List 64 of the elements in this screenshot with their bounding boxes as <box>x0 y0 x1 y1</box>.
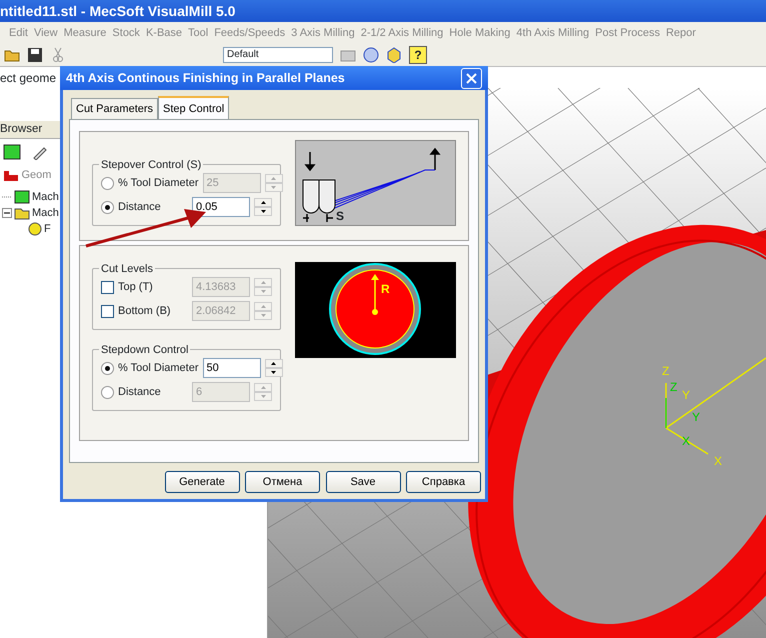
number-field[interactable]: 50 <box>202 358 260 378</box>
option-label[interactable]: Top (T) <box>118 278 188 296</box>
down-arrow-icon <box>260 395 266 398</box>
window-title: ntitled11.stl - MecSoft VisualMill 5.0 <box>0 2 236 20</box>
down-arrow-icon <box>260 210 266 213</box>
up-arrow-icon <box>260 305 266 308</box>
checkbox[interactable] <box>101 280 114 294</box>
axis-label: Y <box>692 410 700 424</box>
geometry-icon <box>2 168 19 182</box>
radio-button[interactable] <box>101 200 114 214</box>
machine-icon[interactable] <box>2 144 21 160</box>
folder-icon[interactable] <box>14 206 30 220</box>
panel-title: Browser <box>0 122 42 137</box>
checkbox[interactable] <box>101 304 114 318</box>
option-label[interactable]: % Tool Diameter <box>118 360 198 376</box>
number-field[interactable]: 0.05 <box>192 197 250 217</box>
dialog-button[interactable]: Generate <box>164 471 240 493</box>
layer-combo[interactable]: Default <box>223 47 333 63</box>
command-prompt: ect geome <box>0 70 56 86</box>
cube-icon[interactable] <box>386 47 402 63</box>
dialog-tab[interactable]: Cut Parameters <box>71 98 158 119</box>
up-arrow-icon <box>271 177 276 180</box>
down-arrow-icon <box>271 371 276 374</box>
dialog-button[interactable]: Отмена <box>245 471 320 493</box>
dialog-button[interactable]: Save <box>326 471 400 493</box>
spin-up-button[interactable] <box>264 359 282 368</box>
down-arrow-icon <box>271 186 276 189</box>
radio-button[interactable] <box>101 362 114 374</box>
browser-tab[interactable]: Geom <box>22 166 52 184</box>
save-icon[interactable] <box>27 47 43 63</box>
up-arrow-icon <box>260 281 266 284</box>
diagram-label: S <box>336 210 344 223</box>
tree-item[interactable]: F <box>44 220 51 238</box>
radio-button[interactable] <box>101 386 114 398</box>
diagram-label: R <box>381 281 390 298</box>
group-title: Stepover Control (S) <box>99 157 204 174</box>
dialog-title: 4th Axis Continous Finishing in Parallel Planes <box>66 70 345 87</box>
help-button[interactable]: ? <box>409 46 427 64</box>
tree-item[interactable]: Mach <box>32 188 59 206</box>
spin-down-button[interactable] <box>264 368 282 377</box>
axis-label: Z <box>662 364 670 378</box>
up-arrow-icon <box>260 386 266 389</box>
tree-item[interactable]: Mach <box>32 204 59 222</box>
axis-label: Y <box>682 388 690 402</box>
spin-up-button[interactable] <box>254 198 272 207</box>
option-label[interactable]: Distance <box>118 198 188 216</box>
radio-button[interactable] <box>101 176 114 190</box>
dialog-button[interactable]: Справка <box>406 471 481 493</box>
close-button[interactable] <box>461 68 482 88</box>
option-label[interactable]: Bottom (B) <box>118 302 188 320</box>
group-title: Stepdown Control <box>99 342 190 358</box>
axis-label: Z <box>670 380 678 394</box>
option-label[interactable]: % Tool Diameter <box>118 174 198 192</box>
collapse-icon[interactable] <box>2 208 12 218</box>
spin-down-button[interactable] <box>254 207 272 216</box>
up-arrow-icon <box>271 362 276 365</box>
option-label[interactable]: Distance <box>118 384 188 400</box>
down-arrow-icon <box>260 290 266 293</box>
machine-icon[interactable] <box>14 190 30 204</box>
axis-label: X <box>714 454 722 468</box>
up-arrow-icon <box>260 201 266 204</box>
down-arrow-icon <box>260 314 266 317</box>
dialog-tab[interactable]: Step Control <box>158 96 230 119</box>
close-icon <box>466 72 477 84</box>
